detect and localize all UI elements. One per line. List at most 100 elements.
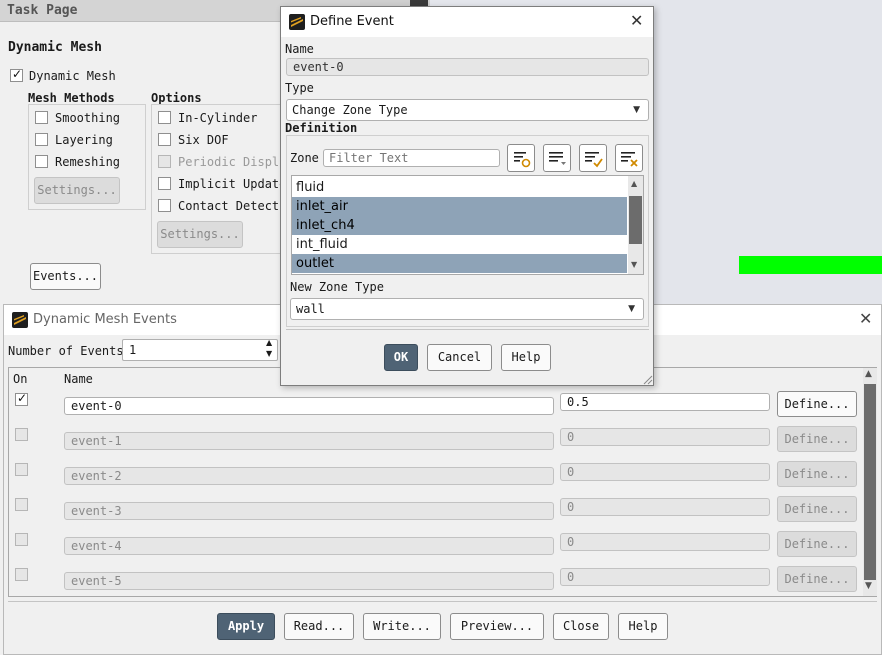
- events-close-icon[interactable]: ✕: [859, 309, 872, 328]
- event-row-4-define-button[interactable]: Define...: [777, 531, 857, 557]
- event-row-5-name-input[interactable]: event-5: [64, 572, 554, 590]
- event-row-3-name-input[interactable]: event-3: [64, 502, 554, 520]
- resize-grip-icon[interactable]: [641, 373, 653, 385]
- remeshing-checkbox[interactable]: [35, 155, 48, 168]
- zone-list-item[interactable]: inlet_ch4: [292, 216, 627, 235]
- event-row-1-define-button[interactable]: Define...: [777, 426, 857, 452]
- select-zones-by-type-button[interactable]: [507, 144, 535, 172]
- layering-label: Layering: [55, 133, 113, 147]
- define-event-close-icon[interactable]: ✕: [630, 11, 643, 30]
- events-table-scrollbar-thumb[interactable]: [864, 384, 876, 580]
- deselect-all-button[interactable]: [615, 144, 643, 172]
- define-help-button[interactable]: Help: [501, 344, 551, 371]
- event-row-3-define-button[interactable]: Define...: [777, 496, 857, 522]
- event-row-4-value-input[interactable]: 0: [560, 533, 770, 551]
- event-row-2-value-input[interactable]: 0: [560, 463, 770, 481]
- zone-label: Zone: [290, 151, 319, 165]
- column-header-on: On: [13, 372, 28, 386]
- in-cylinder-checkbox[interactable]: [158, 111, 171, 124]
- event-row-2-name-input[interactable]: event-2: [64, 467, 554, 485]
- six-dof-label: Six DOF: [178, 133, 229, 147]
- contact-detection-checkbox[interactable]: [158, 199, 171, 212]
- cancel-button[interactable]: Cancel: [427, 344, 492, 371]
- list-clear-icon: [621, 152, 638, 167]
- event-type-value: Change Zone Type: [292, 103, 408, 117]
- implicit-update-label: Implicit Update: [178, 177, 287, 191]
- event-name-input[interactable]: event-0: [286, 58, 649, 76]
- periodic-displacement-checkbox[interactable]: [158, 155, 171, 168]
- event-row-4-name-input[interactable]: event-4: [64, 537, 554, 555]
- number-of-events-input[interactable]: 1: [122, 339, 278, 361]
- in-cylinder-label: In-Cylinder: [178, 111, 258, 125]
- event-row-0-name-input[interactable]: event-0: [64, 397, 554, 415]
- event-row-1-on-checkbox[interactable]: [15, 428, 28, 441]
- new-zone-type-value: wall: [296, 302, 325, 316]
- event-row-0-on-checkbox[interactable]: ✓: [15, 391, 28, 406]
- zone-filter-input[interactable]: [323, 149, 500, 167]
- define-event-titlebar: Define Event ✕: [281, 7, 653, 37]
- implicit-update-checkbox[interactable]: [158, 177, 171, 190]
- mesh-settings-button[interactable]: Settings...: [34, 177, 120, 204]
- type-label: Type: [285, 81, 314, 95]
- zone-list-scrollbar-thumb[interactable]: [629, 196, 642, 244]
- write-button[interactable]: Write...: [363, 613, 441, 640]
- options-title: Options: [151, 91, 202, 105]
- apply-button[interactable]: Apply: [217, 613, 275, 640]
- six-dof-checkbox[interactable]: [158, 133, 171, 146]
- event-row-3-on-checkbox[interactable]: [15, 498, 28, 511]
- new-zone-type-label: New Zone Type: [290, 280, 384, 294]
- name-label: Name: [285, 42, 314, 56]
- event-row-3-value-input[interactable]: 0: [560, 498, 770, 516]
- zone-list-item[interactable]: outlet: [292, 254, 627, 273]
- read-button[interactable]: Read...: [284, 613, 354, 640]
- number-of-events-spin-down-icon[interactable]: ▼: [266, 349, 272, 358]
- number-of-events-spin-up-icon[interactable]: ▲: [266, 338, 272, 347]
- chevron-down-icon: ▼: [633, 105, 640, 115]
- event-row-5-define-button[interactable]: Define...: [777, 566, 857, 592]
- smoothing-checkbox[interactable]: [35, 111, 48, 124]
- scroll-up-arrow-icon[interactable]: ▲: [631, 179, 637, 188]
- definition-title: Definition: [285, 121, 358, 135]
- event-type-dropdown[interactable]: Change Zone Type ▼: [286, 99, 649, 121]
- zone-list-item[interactable]: inlet_air: [292, 197, 627, 216]
- events-table: On Name ✓ event-0 0.5 Define... event-1 …: [8, 367, 877, 597]
- zone-list: fluid inlet_air inlet_ch4 int_fluid outl…: [291, 175, 644, 275]
- zone-list-item[interactable]: fluid: [292, 178, 627, 197]
- events-button[interactable]: Events...: [30, 263, 101, 290]
- scroll-down-arrow-icon[interactable]: ▼: [631, 260, 637, 269]
- task-page-title: Task Page: [7, 3, 78, 18]
- event-row-0-define-button[interactable]: Define...: [777, 391, 857, 417]
- smoothing-label: Smoothing: [55, 111, 121, 125]
- layering-checkbox[interactable]: [35, 133, 48, 146]
- scroll-up-arrow-icon[interactable]: ▲: [865, 369, 872, 379]
- event-row-5-on-checkbox[interactable]: [15, 568, 28, 581]
- number-of-events-label: Number of Events: [8, 344, 124, 358]
- scroll-down-arrow-icon[interactable]: ▼: [865, 581, 872, 591]
- ok-button[interactable]: OK: [384, 344, 418, 371]
- green-highlight-bar: [739, 256, 882, 274]
- list-options-button[interactable]: [543, 144, 571, 172]
- list-filter-icon: [514, 152, 531, 168]
- dynamic-mesh-checkbox[interactable]: ✓: [10, 67, 23, 82]
- contact-detection-label: Contact Detecti: [178, 199, 287, 213]
- event-row-4-on-checkbox[interactable]: [15, 533, 28, 546]
- close-button[interactable]: Close: [553, 613, 609, 640]
- event-row-5-value-input[interactable]: 0: [560, 568, 770, 586]
- event-row-2-on-checkbox[interactable]: [15, 463, 28, 476]
- options-settings-button[interactable]: Settings...: [157, 221, 243, 248]
- preview-button[interactable]: Preview...: [450, 613, 544, 640]
- chevron-down-icon: ▼: [628, 304, 635, 314]
- section-title: Dynamic Mesh: [8, 40, 102, 55]
- event-row-2-define-button[interactable]: Define...: [777, 461, 857, 487]
- mesh-methods-title: Mesh Methods: [28, 91, 115, 105]
- new-zone-type-dropdown[interactable]: wall ▼: [290, 298, 644, 320]
- events-help-button[interactable]: Help: [618, 613, 668, 640]
- select-all-button[interactable]: [579, 144, 607, 172]
- event-row-0-value-input[interactable]: 0.5: [560, 393, 770, 411]
- events-window-title: Dynamic Mesh Events: [33, 312, 177, 327]
- zone-list-item[interactable]: int_fluid: [292, 235, 627, 254]
- event-row-1-name-input[interactable]: event-1: [64, 432, 554, 450]
- define-event-title: Define Event: [310, 14, 394, 29]
- event-row-1-value-input[interactable]: 0: [560, 428, 770, 446]
- periodic-displacement-label: Periodic Displa: [178, 155, 287, 169]
